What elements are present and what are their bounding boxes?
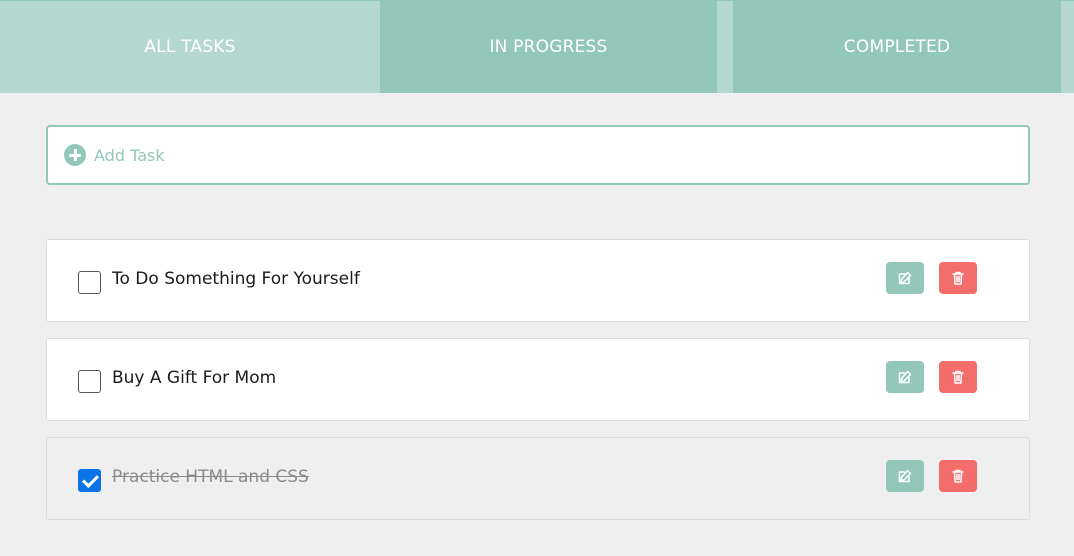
tab-all-tasks[interactable]: ALL TASKS <box>0 1 380 93</box>
delete-task-button[interactable] <box>939 361 977 393</box>
tab-all-tasks-label: ALL TASKS <box>144 37 236 57</box>
task-label: Practice HTML and CSS <box>112 467 309 487</box>
task-label: To Do Something For Yourself <box>112 269 360 289</box>
tab-completed-label: COMPLETED <box>843 37 951 57</box>
delete-task-button[interactable] <box>939 262 977 294</box>
tab-divider <box>717 1 733 93</box>
add-task-input[interactable] <box>94 135 994 175</box>
trash-icon <box>952 469 964 483</box>
tab-completed[interactable]: COMPLETED <box>733 1 1061 93</box>
edit-task-button[interactable] <box>886 361 924 393</box>
task-item-completed: Practice HTML and CSS <box>46 437 1030 520</box>
edit-icon <box>898 271 912 285</box>
trash-icon <box>952 370 964 384</box>
task-checkbox[interactable] <box>78 271 101 294</box>
task-checkbox-checked[interactable] <box>78 469 101 492</box>
task-checkbox[interactable] <box>78 370 101 393</box>
tab-in-progress[interactable]: IN PROGRESS <box>380 1 717 93</box>
task-item: Buy A Gift For Mom <box>46 338 1030 421</box>
edit-icon <box>898 370 912 384</box>
task-label: Buy A Gift For Mom <box>112 368 277 388</box>
tab-divider <box>1061 1 1074 93</box>
edit-icon <box>898 469 912 483</box>
plus-circle-icon[interactable] <box>64 144 86 166</box>
add-task-bar <box>46 125 1030 185</box>
trash-icon <box>952 271 964 285</box>
edit-task-button[interactable] <box>886 460 924 492</box>
tab-in-progress-label: IN PROGRESS <box>489 37 608 57</box>
filter-tabs: ALL TASKS IN PROGRESS COMPLETED <box>0 0 1074 93</box>
task-item: To Do Something For Yourself <box>46 239 1030 322</box>
edit-task-button[interactable] <box>886 262 924 294</box>
delete-task-button[interactable] <box>939 460 977 492</box>
